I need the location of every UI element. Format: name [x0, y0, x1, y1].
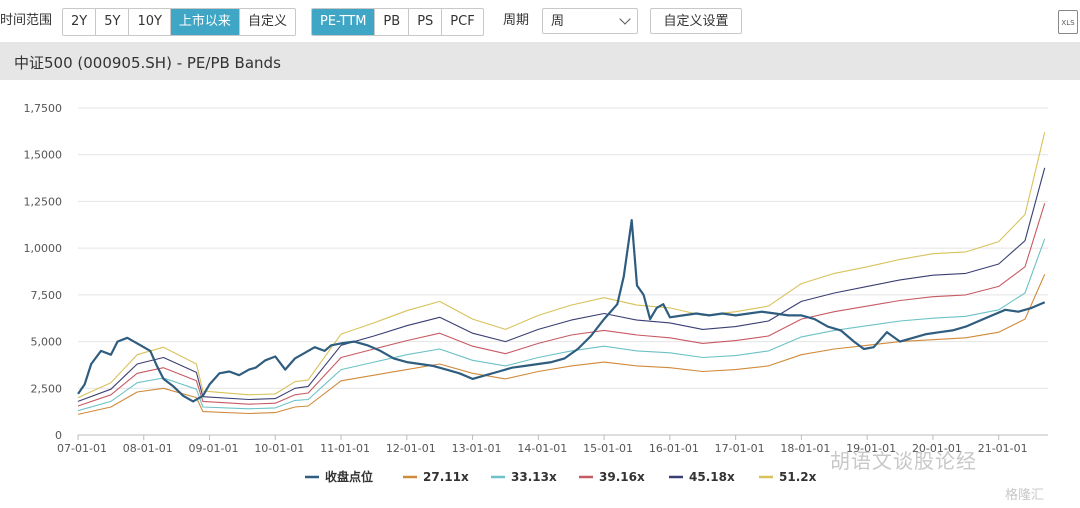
y-tick-label: 2,500: [31, 382, 63, 395]
series-line-band3: [77, 203, 1046, 407]
metric-button-0[interactable]: PE-TTM: [312, 9, 376, 35]
legend-label: 51.2x: [779, 470, 817, 484]
metric-button-1[interactable]: PB: [375, 9, 410, 35]
y-tick-label: 1,0000: [24, 242, 63, 255]
watermark-brand: 格隆汇: [1005, 488, 1045, 503]
series-line-band5: [77, 132, 1046, 399]
legend-label: 27.11x: [423, 470, 469, 484]
chart-title-bar: 中证500 (000905.SH) - PE/PB Bands: [0, 42, 1080, 80]
y-tick-label: 5,000: [31, 336, 63, 349]
range-button-2[interactable]: 10Y: [129, 9, 171, 35]
series-line-price: [77, 219, 1046, 403]
watermark: 胡语文谈股论经: [830, 449, 977, 473]
range-button-3[interactable]: 上市以来: [170, 9, 240, 35]
x-tick-label: 21-01-01: [978, 442, 1028, 455]
period-select-value: 周: [551, 14, 565, 29]
x-tick-label: 15-01-01: [583, 442, 633, 455]
range-button-4[interactable]: 自定义: [239, 9, 295, 35]
chevron-down-icon: [619, 13, 631, 25]
x-tick-label: 08-01-01: [123, 442, 173, 455]
x-tick-label: 09-01-01: [189, 442, 239, 455]
x-tick-label: 16-01-01: [649, 442, 699, 455]
period-select[interactable]: 周: [542, 8, 638, 34]
custom-settings-button[interactable]: 自定义设置: [650, 8, 742, 34]
range-button-1[interactable]: 5Y: [96, 9, 130, 35]
x-tick-label: 11-01-01: [320, 442, 370, 455]
x-tick-label: 14-01-01: [517, 442, 567, 455]
y-tick-label: 1,7500: [24, 102, 63, 115]
x-tick-label: 10-01-01: [254, 442, 304, 455]
y-tick-label: 0: [55, 429, 62, 442]
x-tick-label: 13-01-01: [452, 442, 502, 455]
series-line-band4: [77, 167, 1046, 402]
x-tick-label: 12-01-01: [386, 442, 436, 455]
metric-button-3[interactable]: PCF: [442, 9, 483, 35]
x-tick-label: 17-01-01: [715, 442, 765, 455]
metric-button-2[interactable]: PS: [409, 9, 443, 35]
chart-title: 中证500 (000905.SH) - PE/PB Bands: [14, 54, 281, 72]
xls-export-icon[interactable]: XLS: [1058, 10, 1078, 34]
y-tick-label: 1,5000: [24, 149, 63, 162]
legend-label: 45.18x: [689, 470, 735, 484]
range-label: 时间范围: [0, 13, 53, 28]
range-button-0[interactable]: 2Y: [63, 9, 97, 35]
range-selector: 2Y 5Y 10Y 上市以来 自定义: [62, 8, 296, 36]
toolbar: 时间范围 2Y 5Y 10Y 上市以来 自定义 PE-TTM PB PS PCF 周期 周 自…: [0, 0, 1080, 42]
y-tick-label: 7,500: [31, 289, 63, 302]
period-label: 周期: [503, 13, 530, 28]
legend-label: 39.16x: [599, 470, 645, 484]
x-tick-label: 18-01-01: [780, 442, 830, 455]
legend-label: 收盘点位: [325, 469, 373, 484]
metric-selector: PE-TTM PB PS PCF: [311, 8, 484, 36]
legend-label: 33.13x: [511, 470, 557, 484]
series-line-band2: [77, 238, 1046, 412]
pe-band-chart: 0 2,500 5,000 7,500 1,0000 1,2500 1,5000 1,7500…: [24, 102, 1048, 484]
y-tick-label: 1,2500: [24, 195, 63, 208]
x-tick-label: 07-01-01: [57, 442, 107, 455]
